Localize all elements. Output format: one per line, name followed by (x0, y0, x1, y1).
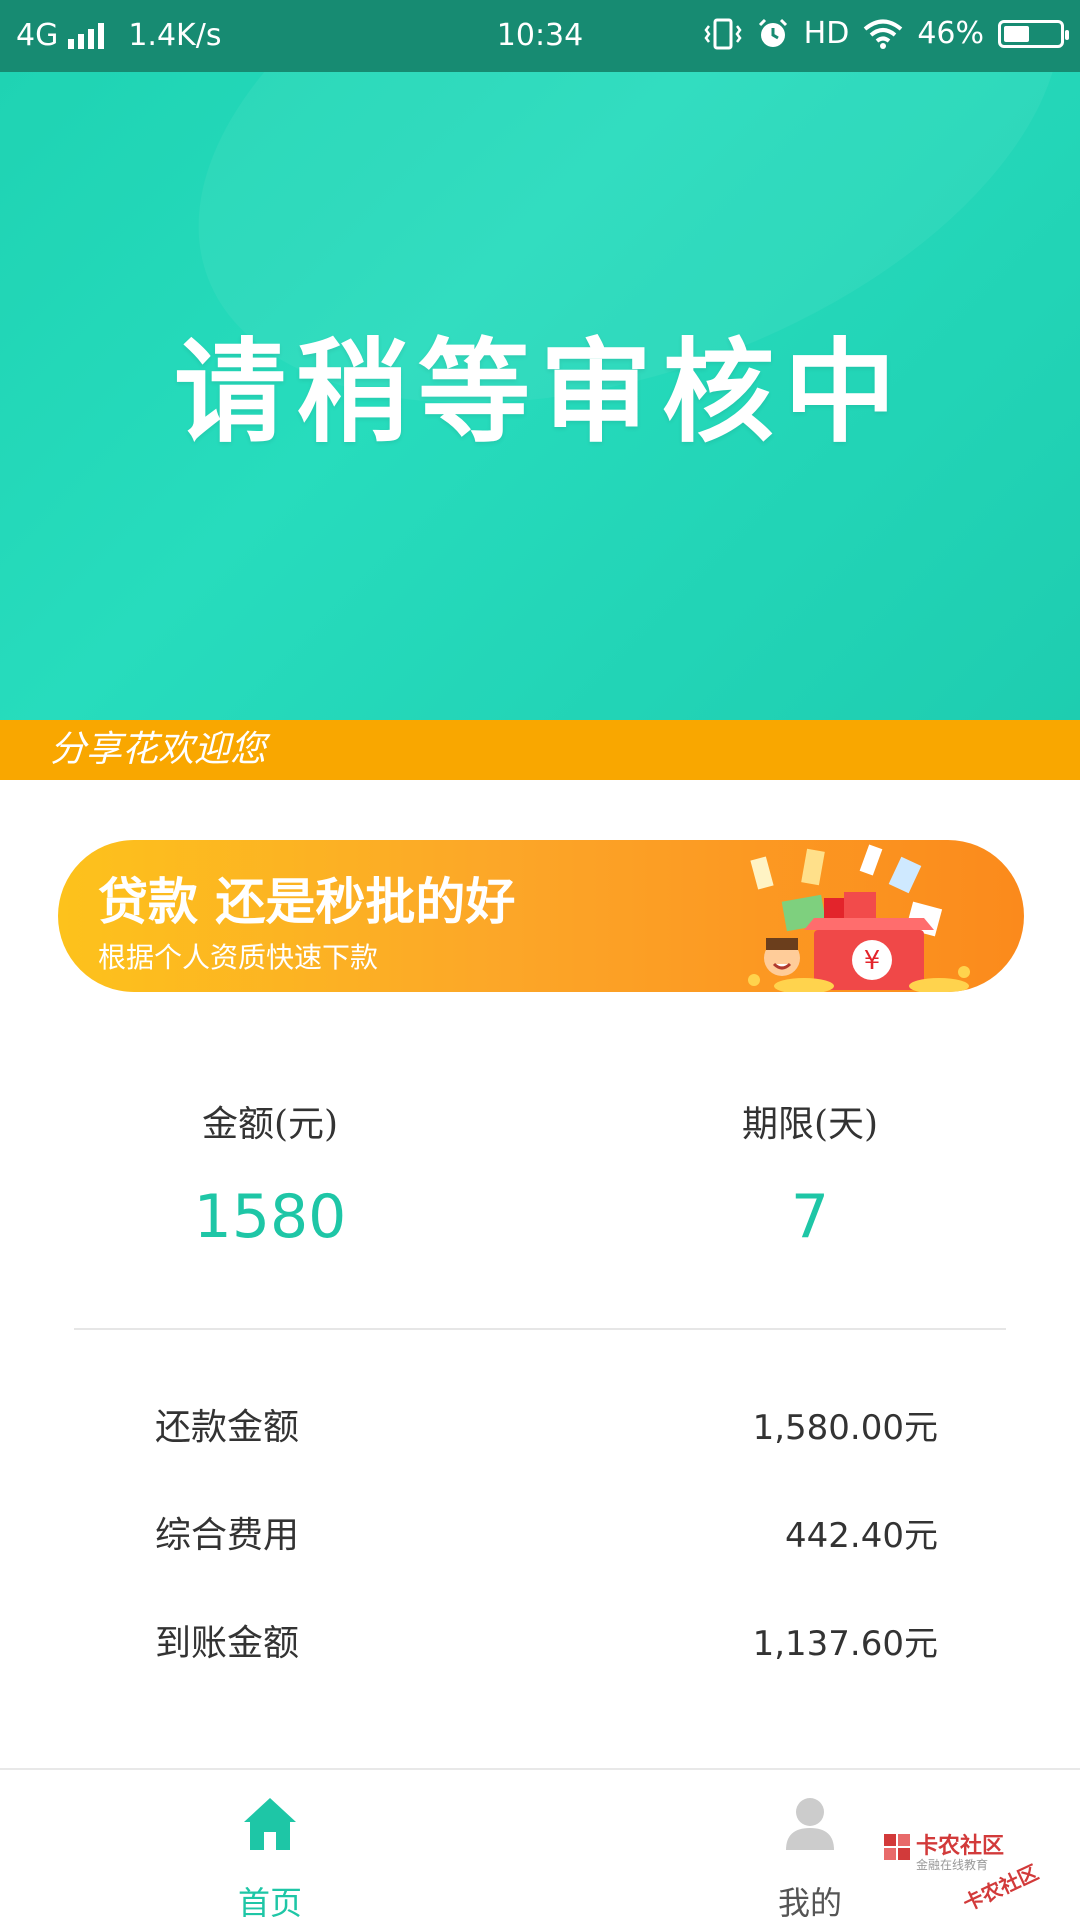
promo-subtitle: 根据个人资质快速下款 (98, 941, 379, 974)
amount-value: 1580 (193, 1182, 347, 1252)
status-bar: 4G 1.4K/s 10:34 HD 46% (0, 0, 1080, 72)
battery-icon (998, 19, 1069, 48)
alarm-icon (758, 18, 787, 47)
section-divider (74, 1328, 1006, 1330)
welcome-marquee: 分享花欢迎您 (0, 720, 1080, 780)
repay-amount-value: 1,580.00元 (752, 1408, 938, 1448)
vibrate-icon (704, 18, 742, 49)
status-right: HD 46% (704, 16, 1069, 51)
amount-label: 金额(元) (201, 1104, 339, 1145)
battery-fill (1004, 25, 1029, 42)
promo-banner[interactable]: 贷款 还是秒批的好 根据个人资质快速下款 ¥ (58, 840, 1024, 992)
repay-amount-label: 还款金额 (155, 1407, 300, 1448)
user-icon (786, 1798, 834, 1850)
wifi-icon (864, 19, 903, 49)
battery-percent: 46% (917, 16, 984, 51)
received-amount-value: 1,137.60元 (752, 1624, 938, 1664)
gift-box-illustration: ¥ (748, 844, 970, 992)
tab-home-label: 首页 (237, 1884, 302, 1922)
received-amount-label: 到账金额 (155, 1623, 300, 1664)
promo-title: 贷款 还是秒批的好 (98, 873, 516, 931)
tab-home[interactable]: 首页 (170, 1770, 370, 1922)
hero-banner: 请稍等审核中 (0, 72, 1080, 720)
term-label: 期限(天) (741, 1104, 879, 1145)
home-icon (244, 1798, 296, 1850)
term-value: 7 (790, 1182, 830, 1252)
review-status-title: 请稍等审核中 (174, 328, 906, 458)
total-fee-label: 综合费用 (155, 1515, 300, 1556)
watermark-subtitle: 金融在线教育 (916, 1858, 989, 1872)
watermark-logo-icon (884, 1834, 910, 1860)
gift-yuan-symbol: ¥ (864, 946, 881, 976)
hd-indicator: HD (803, 16, 850, 51)
total-fee-value: 442.40元 (785, 1516, 938, 1556)
watermark: 卡农社区 金融在线教育 卡农社区 (880, 1828, 1060, 1916)
